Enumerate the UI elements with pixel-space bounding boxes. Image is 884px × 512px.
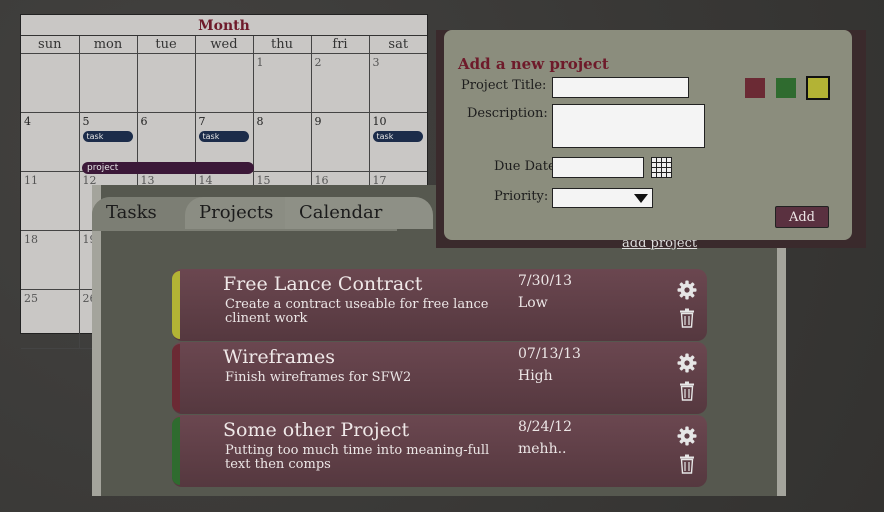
trash-icon[interactable]: [679, 308, 695, 328]
project-description: Putting too much time into meaning-full …: [225, 443, 490, 472]
description-textarea[interactable]: [552, 104, 705, 148]
calendar-day[interactable]: [194, 53, 254, 113]
gear-icon[interactable]: [677, 353, 697, 373]
day-number: 9: [314, 115, 322, 128]
day-number: 10: [372, 115, 387, 128]
due-date-input[interactable]: [552, 157, 644, 178]
project-date: 8/24/12: [518, 419, 572, 435]
project-title-input[interactable]: [552, 77, 689, 98]
calendar-day[interactable]: 8: [252, 112, 312, 172]
add-project-dialog: Add a new project Project Title: Descrip…: [444, 30, 852, 240]
project-title: Some other Project: [223, 419, 410, 441]
description-label: Description:: [467, 106, 548, 121]
gear-icon[interactable]: [677, 280, 697, 300]
color-swatch-green[interactable]: [776, 78, 796, 98]
project-title-label: Project Title:: [461, 78, 547, 93]
day-number: 6: [140, 115, 148, 128]
calendar-day[interactable]: 4: [21, 112, 80, 172]
weekday-thu: thu: [252, 36, 312, 54]
calendar-day[interactable]: 18: [21, 230, 80, 290]
task-pill[interactable]: task: [198, 131, 249, 142]
priority-stripe: [172, 344, 180, 412]
day-number: 4: [24, 115, 31, 128]
priority-label: Priority:: [494, 189, 549, 204]
weekday-mon: mon: [78, 36, 138, 54]
dialog-title: Add a new project: [458, 55, 609, 73]
weekday-fri: fri: [310, 36, 370, 54]
project-priority: High: [518, 368, 553, 384]
trash-icon[interactable]: [679, 454, 695, 474]
calendar-day[interactable]: 10 task: [368, 112, 427, 172]
calendar-day[interactable]: 11: [21, 171, 80, 231]
calendar-day[interactable]: [78, 53, 138, 113]
project-title: Wireframes: [223, 346, 336, 368]
project-title: Free Lance Contract: [223, 273, 423, 295]
project-card[interactable]: Some other Project Putting too much time…: [172, 415, 707, 487]
project-description: Create a contract useable for free lance…: [225, 297, 489, 326]
trash-icon[interactable]: [679, 381, 695, 401]
priority-stripe: [172, 417, 180, 485]
task-pill[interactable]: task: [372, 131, 423, 142]
day-number: 7: [198, 115, 206, 128]
calendar-day[interactable]: 9: [310, 112, 370, 172]
project-description: Finish wireframes for SFW2: [225, 370, 412, 385]
calendar-day[interactable]: [136, 53, 196, 113]
weekday-sun: sun: [21, 36, 80, 54]
project-priority: mehh..: [518, 441, 567, 457]
priority-stripe: [172, 271, 180, 339]
task-pill[interactable]: task: [82, 131, 133, 142]
weekday-tue: tue: [136, 36, 196, 54]
calendar-day[interactable]: 1: [252, 53, 312, 113]
tab-calendar[interactable]: Calendar: [285, 197, 433, 229]
due-date-label: Due Date:: [494, 159, 561, 174]
priority-select[interactable]: [552, 188, 653, 208]
weekday-wed: wed: [194, 36, 254, 54]
day-number: 5: [82, 115, 90, 128]
calendar-day[interactable]: [21, 53, 80, 113]
dropdown-arrow-icon: [634, 194, 648, 203]
calendar-day[interactable]: 3: [368, 53, 427, 113]
project-card[interactable]: Free Lance Contract Create a contract us…: [172, 269, 707, 341]
day-number: 8: [256, 115, 264, 128]
calendar-day[interactable]: 25: [21, 289, 80, 349]
project-date: 7/30/13: [518, 273, 572, 289]
color-swatch-yellow[interactable]: [806, 76, 830, 100]
gear-icon[interactable]: [677, 426, 697, 446]
color-swatch-red[interactable]: [745, 78, 765, 98]
calendar-icon[interactable]: [651, 157, 672, 178]
project-priority: Low: [518, 295, 548, 311]
project-card[interactable]: Wireframes Finish wireframes for SFW2 07…: [172, 342, 707, 414]
weekday-sat: sat: [368, 36, 427, 54]
add-button[interactable]: Add: [775, 206, 829, 228]
project-bar[interactable]: project: [82, 162, 254, 174]
calendar-month-title: Month: [21, 15, 427, 36]
project-date: 07/13/13: [518, 346, 581, 362]
calendar-day[interactable]: 2: [310, 53, 370, 113]
